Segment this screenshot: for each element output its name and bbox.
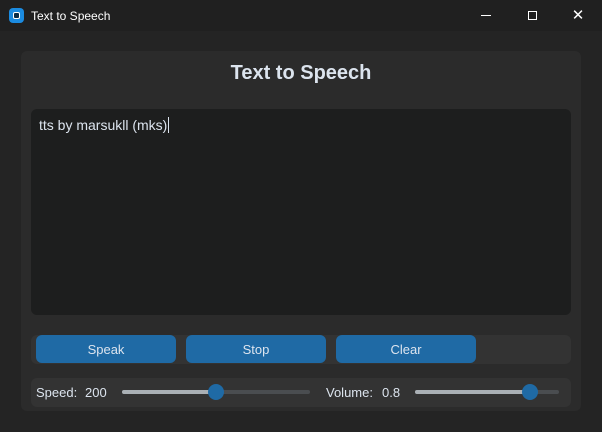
window-title: Text to Speech [31,9,111,23]
volume-slider-thumb[interactable] [522,384,539,400]
speak-button[interactable]: Speak [36,335,176,363]
text-content: tts by marsukll (mks) [39,117,168,133]
text-caret [168,117,170,133]
volume-label: Volume: [326,385,373,400]
speed-label: Speed: [36,385,78,400]
maximize-icon [527,11,537,20]
title-bar: Text to Speech ✕ [0,0,602,31]
slider-row: Speed: 200 Volume: 0.8 [31,378,571,407]
speed-slider[interactable] [122,384,310,400]
speed-value: 200 [85,385,107,400]
speed-slider-thumb[interactable] [208,384,224,400]
speed-slider-fill [122,390,216,394]
volume-value: 0.8 [382,385,401,400]
minimize-button[interactable] [463,0,509,31]
maximize-button[interactable] [509,0,555,31]
stop-button[interactable]: Stop [186,335,326,363]
page-title: Text to Speech [230,62,372,84]
button-row: Speak Stop Clear [31,335,571,364]
clear-button[interactable]: Clear [336,335,476,363]
close-button[interactable]: ✕ [555,0,601,31]
close-icon: ✕ [571,7,585,24]
minimize-icon [481,15,491,16]
text-input-area[interactable]: tts by marsukll (mks) [31,109,571,315]
volume-slider[interactable] [415,384,559,400]
app-icon [9,8,24,23]
volume-slider-fill [415,390,531,394]
